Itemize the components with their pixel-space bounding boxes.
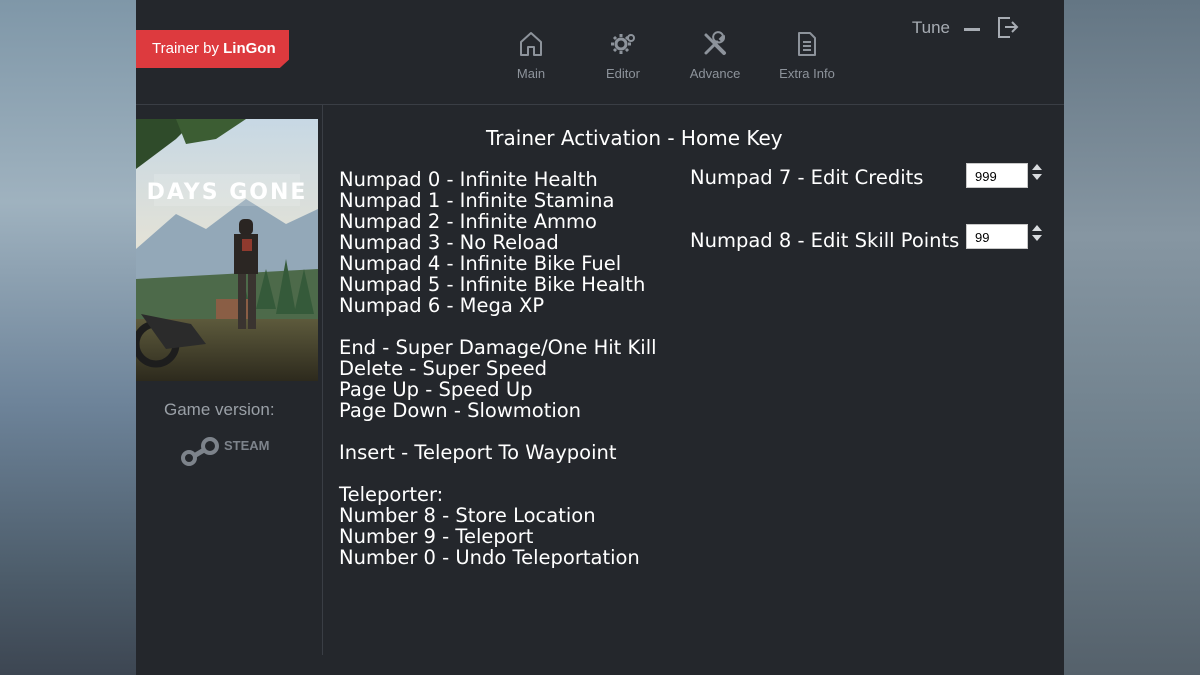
credits-input[interactable]: 999 — [966, 163, 1028, 188]
brand-name: LinGon — [223, 40, 276, 57]
background-blur-left — [0, 0, 136, 675]
hotkey-row: Page Up - Speed Up — [339, 378, 533, 401]
hotkey-list: Numpad 0 - Infinite Health Numpad 1 - In… — [339, 169, 657, 568]
trainer-window: Trainer by LinGon Main Editor Advance Ex… — [136, 0, 1064, 675]
gear-icon — [611, 34, 635, 54]
minimize-button[interactable] — [964, 28, 980, 31]
hotkey-row: Page Down - Slowmotion — [339, 399, 582, 422]
home-icon — [520, 32, 542, 56]
hotkey-row: Numpad 1 - Infinite Stamina — [339, 189, 615, 212]
nav-item-advance[interactable]: Advance — [670, 30, 760, 81]
tools-icon — [704, 31, 726, 55]
nav-label-advance: Advance — [689, 66, 741, 81]
skill-points-label: Numpad 8 - Edit Skill Points — [690, 229, 960, 252]
nav-label-main: Main — [516, 66, 546, 81]
credits-spinner — [1032, 162, 1042, 188]
hotkey-row: Numpad 3 - No Reload — [339, 231, 559, 254]
skill-points-input[interactable]: 99 — [966, 224, 1028, 249]
cover-title: DAYS GONE — [147, 180, 308, 205]
exit-icon[interactable] — [996, 14, 1020, 40]
document-icon — [798, 32, 816, 56]
skill-points-decrement-button[interactable] — [1032, 235, 1042, 241]
steam-text: STEAM — [224, 438, 270, 453]
hotkey-row: Numpad 2 - Infinite Ammo — [339, 210, 597, 233]
nav-item-extra-info[interactable]: Extra Info — [762, 30, 852, 81]
skill-points-increment-button[interactable] — [1032, 225, 1042, 231]
window-controls: Tune — [876, 14, 1036, 44]
hotkey-row: Number 8 - Store Location — [339, 504, 596, 527]
steam-logo: STEAM — [180, 430, 276, 474]
brand-badge: Trainer by LinGon — [136, 30, 289, 68]
skill-points-spinner — [1032, 223, 1042, 249]
nav-label-editor: Editor — [606, 66, 640, 81]
brand-prefix: Trainer by — [152, 40, 224, 57]
hotkey-row: Number 0 - Undo Teleportation — [339, 546, 640, 569]
hotkey-row: End - Super Damage/One Hit Kill — [339, 336, 657, 359]
hotkey-row: Number 9 - Teleport — [339, 525, 534, 548]
hotkey-row: Numpad 5 - Infinite Bike Health — [339, 273, 646, 296]
hotkey-row: Insert - Teleport To Waypoint — [339, 441, 617, 464]
game-cover-image: DAYS GONE — [136, 119, 318, 381]
sidebar-divider — [322, 105, 323, 655]
hotkey-row: Delete - Super Speed — [339, 357, 547, 380]
nav-label-extra-info: Extra Info — [779, 66, 835, 81]
credits-label: Numpad 7 - Edit Credits — [690, 166, 924, 189]
nav-item-main[interactable]: Main — [486, 30, 576, 81]
nav-item-editor[interactable]: Editor — [578, 30, 668, 81]
teleporter-heading: Teleporter: — [339, 483, 444, 506]
activation-hint: Trainer Activation - Home Key — [486, 126, 783, 150]
hotkey-row: Numpad 4 - Infinite Bike Fuel — [339, 252, 622, 275]
tune-button[interactable]: Tune — [912, 18, 950, 38]
background-blur-right — [1064, 0, 1200, 675]
credits-increment-button[interactable] — [1032, 164, 1042, 170]
game-version-label: Game version: — [164, 400, 275, 419]
hotkey-row: Numpad 0 - Infinite Health — [339, 168, 598, 191]
header-divider — [136, 104, 1064, 105]
hotkey-row: Numpad 6 - Mega XP — [339, 294, 545, 317]
credits-decrement-button[interactable] — [1032, 174, 1042, 180]
